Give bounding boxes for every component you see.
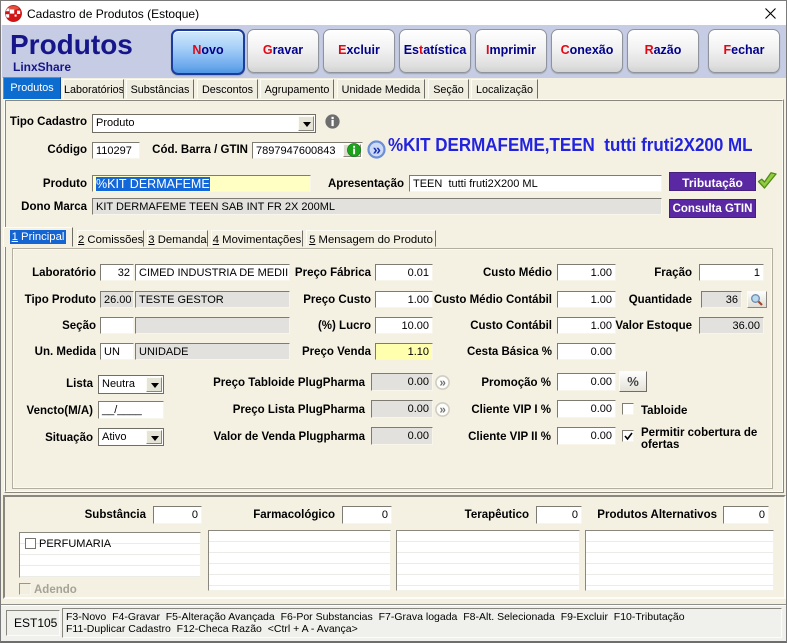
svg-text:»: »	[373, 141, 381, 158]
svg-text:»: »	[439, 404, 445, 416]
svg-text:»: »	[439, 377, 445, 389]
